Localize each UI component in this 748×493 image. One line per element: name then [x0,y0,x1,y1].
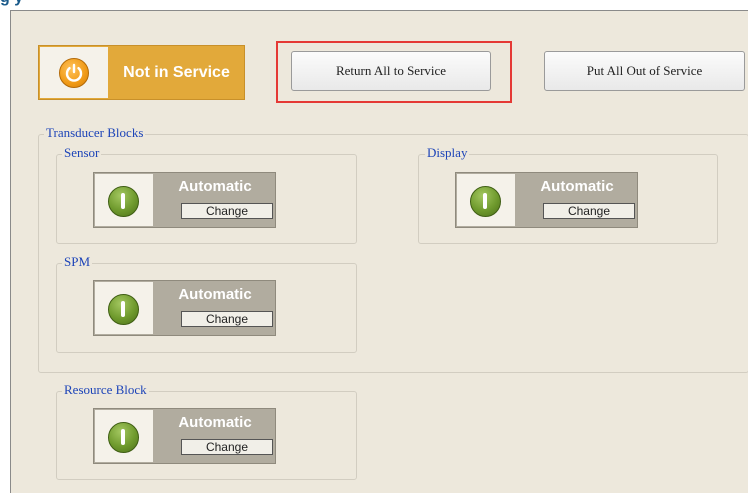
resource-block-change-button[interactable]: Change [181,439,273,455]
transducer-blocks-legend: Transducer Blocks [44,125,146,140]
spm-in-service-icon [108,294,139,325]
sensor-mode-box: Automatic Change [93,172,276,228]
figure-heading-fragment: g y [0,0,23,6]
display-mode-label: Automatic [540,178,614,195]
display-mode-box: Automatic Change [455,172,638,228]
sensor-change-button[interactable]: Change [181,203,273,219]
return-all-to-service-button[interactable]: Return All to Service [291,51,491,91]
display-legend: Display [425,145,470,160]
display-icon-cell [457,174,515,226]
sensor-in-service-icon [108,186,139,217]
sensor-icon-cell [95,174,153,226]
spm-mode-box: Automatic Change [93,280,276,336]
service-panel: Not in Service Return All to Service Put… [10,10,748,493]
spm-mode-label: Automatic [178,286,252,303]
resource-block-legend: Resource Block [62,382,149,397]
resource-block-mode-label: Automatic [178,414,252,431]
status-icon-cell [40,47,108,98]
resource-block-in-service-icon [108,422,139,453]
service-status-indicator: Not in Service [38,45,245,100]
resource-block-icon-cell [95,410,153,462]
status-label: Not in Service [123,64,230,81]
spm-change-button[interactable]: Change [181,311,273,327]
spm-legend: SPM [62,254,93,269]
sensor-mode-label: Automatic [178,178,252,195]
power-icon [59,58,89,88]
display-change-button[interactable]: Change [543,203,635,219]
sensor-legend: Sensor [62,145,102,160]
resource-block-mode-box: Automatic Change [93,408,276,464]
spm-icon-cell [95,282,153,334]
display-in-service-icon [470,186,501,217]
put-all-out-of-service-button[interactable]: Put All Out of Service [544,51,745,91]
